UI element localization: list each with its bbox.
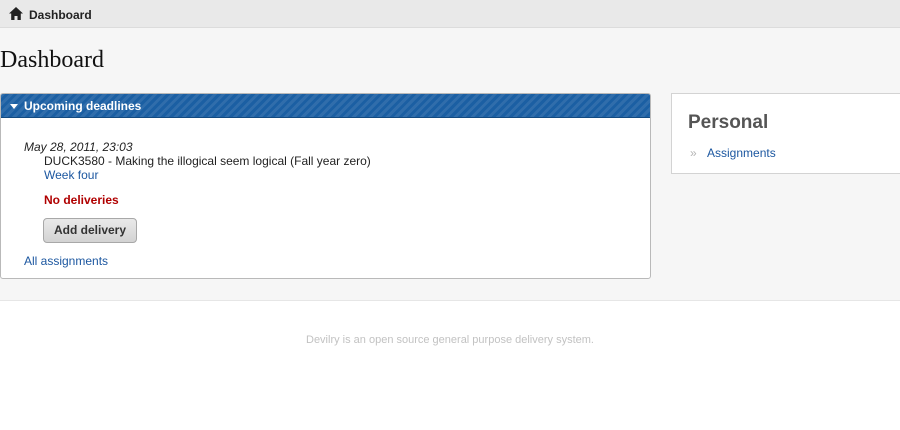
personal-box: Personal » Assignments	[671, 93, 900, 174]
home-icon[interactable]	[9, 7, 23, 20]
course-name: DUCK3580 - Making the illogical seem log…	[44, 154, 371, 168]
panel-title: Upcoming deadlines	[24, 99, 142, 113]
upcoming-deadlines-panel: Upcoming deadlines May 28, 2011, 23:03 D…	[0, 93, 651, 279]
main-content: Dashboard Upcoming deadlines May 28, 201…	[0, 28, 900, 301]
page-title: Dashboard	[0, 47, 104, 73]
assignments-link[interactable]: Assignments	[707, 146, 776, 160]
top-breadcrumb-bar: Dashboard	[0, 0, 900, 28]
all-assignments-link[interactable]: All assignments	[24, 254, 108, 268]
add-delivery-button[interactable]: Add delivery	[43, 218, 137, 243]
breadcrumb-dashboard[interactable]: Dashboard	[29, 7, 92, 23]
delivery-status: No deliveries	[44, 193, 119, 207]
triangle-down-icon[interactable]	[10, 104, 18, 109]
upcoming-deadlines-header[interactable]: Upcoming deadlines	[1, 94, 650, 118]
footer-text: Devilry is an open source general purpos…	[306, 334, 594, 346]
personal-title: Personal	[688, 112, 769, 133]
assignment-link[interactable]: Week four	[44, 168, 98, 182]
deadline-date: May 28, 2011, 23:03	[24, 140, 133, 154]
double-chevron-right-icon: »	[690, 146, 697, 160]
